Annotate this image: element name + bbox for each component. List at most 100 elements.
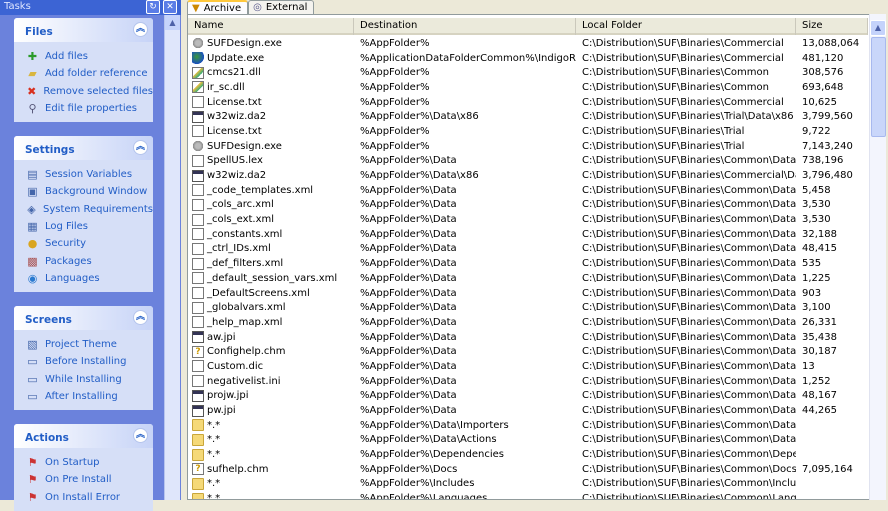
task-item[interactable]: ▰ Add folder reference (26, 65, 153, 82)
cell-destination: %AppFolder%\Data (360, 302, 457, 314)
table-row[interactable]: aw.jpi %AppFolder%\Data C:\Distribution\SU… (188, 330, 868, 345)
task-item[interactable]: ▭ While Installing (26, 371, 153, 388)
task-item[interactable]: ▧ Project Theme (26, 336, 153, 353)
table-row[interactable]: _default_session_vars.xml %AppFolder%\Dat… (188, 271, 868, 286)
table-row[interactable]: _def_filters.xml %AppFolder%\Data C:\Distr… (188, 256, 868, 271)
refresh-icon[interactable]: ↻ (146, 0, 160, 14)
upd-file-icon (192, 52, 204, 65)
cell-destination: %AppFolder%\Data\Importers (360, 419, 509, 431)
task-pane-scrollbar[interactable]: ▲ (164, 15, 180, 500)
table-row[interactable]: *.* %AppFolder%\Data\Importers C:\Distribu… (188, 418, 868, 433)
table-row[interactable]: SUFDesign.exe %AppFolder% C:\Distribution\… (188, 36, 868, 51)
collapse-icon[interactable]: ︽ (133, 140, 148, 155)
task-item[interactable]: ▭ Before Installing (26, 353, 153, 370)
table-row[interactable]: Update.exe %ApplicationDataFolderCommon%\… (188, 51, 868, 66)
task-item[interactable]: ⚑ On Startup (26, 454, 153, 471)
task-item[interactable]: ▩ Packages (26, 252, 153, 269)
scroll-up-icon[interactable]: ▲ (870, 20, 886, 36)
task-item[interactable]: ✚ Add files (26, 48, 153, 65)
group-header[interactable]: Settings ︽ (14, 136, 153, 160)
group-header[interactable]: Files ︽ (14, 18, 153, 42)
table-row[interactable]: *.* %AppFolder%\Dependencies C:\Distributi… (188, 447, 868, 462)
table-row[interactable]: _constants.xml %AppFolder%\Data C:\Distrib… (188, 227, 868, 242)
task-item-label: On Pre Install (45, 474, 112, 486)
table-row[interactable]: _globalvars.xml %AppFolder%\Data C:\Distri… (188, 300, 868, 315)
table-row[interactable]: SUFDesign.exe %AppFolder% C:\Distribution\… (188, 139, 868, 154)
group-title: Actions (25, 432, 69, 444)
scroll-thumb[interactable] (871, 37, 886, 137)
table-row[interactable]: SpellUS.lex %AppFolder%\Data C:\Distributi… (188, 154, 868, 169)
group-header[interactable]: Screens ︽ (14, 306, 153, 330)
column-header-destination[interactable]: Destination (354, 18, 576, 35)
remove-icon: ✖ (27, 84, 37, 98)
folder-file-icon (192, 448, 204, 461)
task-item[interactable]: ◈ System Requirements (26, 201, 153, 218)
table-row[interactable]: cmcs21.dll %AppFolder% C:\Distribution\SUF… (188, 65, 868, 80)
action-icon: ⚑ (27, 473, 38, 487)
cell-destination: %AppFolder% (360, 96, 430, 108)
task-item[interactable]: ▣ Background Window (26, 183, 153, 200)
cell-name: w32wiz.da2 (188, 110, 354, 123)
cell-local-folder: C:\Distribution\SUF\Binaries\Commercial\… (582, 170, 796, 182)
cell-size: 26,331 (802, 316, 837, 328)
table-row[interactable]: ? Confighelp.chm %AppFolder%\Data C:\Distri… (188, 344, 868, 359)
cell-name: _ctrl_IDs.xml (188, 242, 354, 255)
collapse-icon[interactable]: ︽ (133, 22, 148, 37)
cell-destination: %AppFolder%\Data (360, 331, 457, 343)
column-header-local-folder[interactable]: Local Folder (576, 18, 796, 35)
task-item-label: Before Installing (45, 356, 127, 368)
table-row[interactable]: License.txt %AppFolder% C:\Distribution\SU… (188, 95, 868, 110)
table-row[interactable]: w32wiz.da2 %AppFolder%\Data\x86 C:\Distrib… (188, 168, 868, 183)
task-item[interactable]: ▭ After Installing (26, 388, 153, 405)
file-file-icon (192, 287, 204, 300)
table-row[interactable]: pw.jpi %AppFolder%\Data C:\Distribution\SU… (188, 403, 868, 418)
task-item[interactable]: ⚑ On Install Error (26, 489, 153, 506)
table-row[interactable]: projw.jpi %AppFolder%\Data C:\Distribution… (188, 389, 868, 404)
table-row[interactable]: *.* %AppFolder%\Includes C:\Distribution\S… (188, 477, 868, 492)
task-item[interactable]: ⚲ Edit file properties (26, 100, 153, 117)
task-item-label: Project Theme (45, 339, 117, 351)
table-row[interactable]: Custom.dic %AppFolder%\Data C:\Distributio… (188, 359, 868, 374)
table-row[interactable]: _help_map.xml %AppFolder%\Data C:\Distribu… (188, 315, 868, 330)
task-item[interactable]: ✖ Remove selected files (26, 83, 153, 100)
cell-name: ? Confighelp.chm (188, 345, 354, 358)
tab-archive[interactable]: ▼ Archive (187, 0, 249, 15)
close-icon[interactable]: ✕ (163, 0, 177, 14)
table-row[interactable]: *.* %AppFolder%\Data\Actions C:\Distributi… (188, 433, 868, 448)
collapse-icon[interactable]: ︽ (133, 310, 148, 325)
tab-external[interactable]: ◎ External (248, 0, 315, 14)
column-header-size[interactable]: Size (796, 18, 868, 35)
table-row[interactable]: w32wiz.da2 %AppFolder%\Data\x86 C:\Distrib… (188, 109, 868, 124)
collapse-icon[interactable]: ︽ (133, 428, 148, 443)
table-row[interactable]: ? sufhelp.chm %AppFolder%\Docs C:\Distribut… (188, 462, 868, 477)
table-row[interactable]: License.txt %AppFolder% C:\Distribution\SU… (188, 124, 868, 139)
file-file-icon (192, 242, 204, 255)
table-row[interactable]: _cols_ext.xml %AppFolder%\Data C:\Distribu… (188, 212, 868, 227)
task-item[interactable]: ◉ Languages (26, 270, 153, 287)
cell-local-folder: C:\Distribution\SUF\Binaries\Common\Data… (582, 434, 796, 446)
group-header[interactable]: Actions ︽ (14, 424, 153, 448)
scroll-up-icon[interactable]: ▲ (165, 15, 180, 30)
task-item[interactable]: ⚑ On Pre Install (26, 471, 153, 488)
task-item[interactable]: ● Security (26, 235, 153, 252)
table-row[interactable]: _code_templates.xml %AppFolder%\Data C:\Di… (188, 183, 868, 198)
cell-destination: %AppFolder%\Languages (360, 493, 488, 500)
cell-name: _code_templates.xml (188, 184, 354, 197)
task-item[interactable]: ▦ Log Files (26, 218, 153, 235)
table-row[interactable]: negativelist.ini %AppFolder%\Data C:\Distr… (188, 374, 868, 389)
task-pane: Tasks ↻ ✕ Files ︽ ✚ Add files ▰ Add folder ref… (0, 0, 181, 511)
cell-destination: %AppFolder% (360, 125, 430, 137)
table-row[interactable]: *.* %AppFolder%\Languages C:\Distribution\… (188, 491, 868, 500)
cell-destination: %AppFolder%\Data\x86 (360, 111, 479, 123)
column-header-name[interactable]: Name (188, 18, 354, 35)
table-row[interactable]: _ctrl_IDs.xml %AppFolder%\Data C:\Distribu… (188, 242, 868, 257)
task-item-label: Add folder reference (45, 68, 148, 80)
file-file-icon (192, 257, 204, 270)
file-list-scrollbar[interactable]: ▲ (869, 14, 886, 500)
task-item[interactable]: ▤ Session Variables (26, 166, 153, 183)
file-name: _cols_arc.xml (207, 199, 274, 211)
table-row[interactable]: _DefaultScreens.xml %AppFolder%\Data C:\Di… (188, 286, 868, 301)
table-row[interactable]: ir_sc.dll %AppFolder% C:\Distribution\SUF\… (188, 80, 868, 95)
table-row[interactable]: _cols_arc.xml %AppFolder%\Data C:\Distribu… (188, 198, 868, 213)
cell-destination: %AppFolder%\Data (360, 228, 457, 240)
